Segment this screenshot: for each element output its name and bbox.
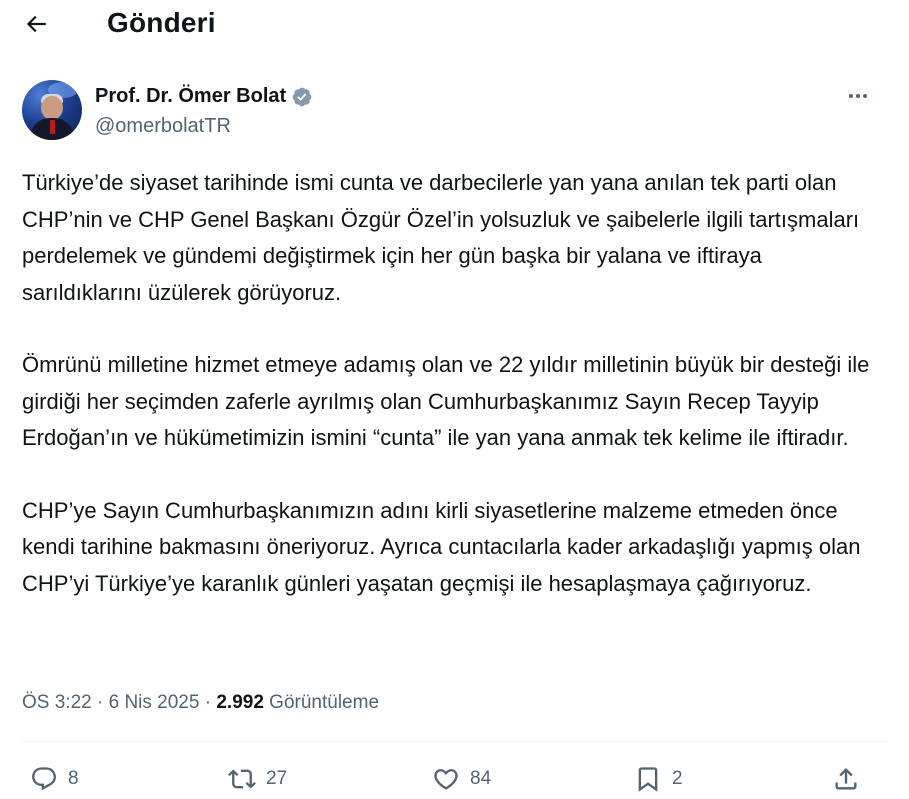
like-count: 84 bbox=[470, 768, 492, 789]
arrow-left-icon bbox=[26, 15, 46, 33]
meta-separator: · bbox=[97, 692, 104, 713]
dot-icon bbox=[856, 94, 860, 98]
verified-badge-icon bbox=[292, 87, 312, 106]
author-handle[interactable]: @omerbolatTR bbox=[95, 115, 231, 138]
page-title: Gönderi bbox=[107, 7, 216, 38]
tweet-meta: ÖS 3:22 · 6 Nis 2025 · 2.992 Görüntüleme bbox=[22, 692, 379, 714]
share-icon bbox=[835, 768, 857, 790]
author-display-name[interactable]: Prof. Dr. Ömer Bolat bbox=[95, 85, 286, 108]
tweet-time[interactable]: ÖS 3:22 bbox=[22, 692, 92, 713]
divider bbox=[22, 741, 888, 742]
heart-icon bbox=[434, 769, 458, 790]
avatar[interactable] bbox=[22, 80, 82, 140]
like-button[interactable]: 84 bbox=[432, 762, 491, 796]
tweet-text: Türkiye’de siyaset tarihinde ismi cunta … bbox=[22, 165, 882, 638]
bookmark-count: 2 bbox=[672, 768, 683, 789]
reply-button[interactable]: 8 bbox=[30, 762, 79, 796]
tweet-paragraph: Türkiye’de siyaset tarihinde ismi cunta … bbox=[22, 170, 860, 305]
views-label: Görüntüleme bbox=[269, 692, 380, 713]
tweet-date[interactable]: 6 Nis 2025 bbox=[109, 692, 200, 713]
retweet-button[interactable]: 27 bbox=[228, 762, 287, 796]
reply-count: 8 bbox=[68, 768, 79, 789]
bookmark-icon bbox=[638, 767, 658, 792]
more-options-button[interactable] bbox=[842, 84, 874, 108]
header: Gönderi bbox=[0, 0, 909, 50]
tweet-paragraph: Ömrünü milletine hizmet etmeye adamış ol… bbox=[22, 352, 870, 450]
dot-icon bbox=[863, 94, 867, 98]
tweet-paragraph: CHP’ye Sayın Cumhurbaşkanımızın adını ki… bbox=[22, 497, 861, 596]
meta-separator: · bbox=[204, 692, 212, 713]
dot-icon bbox=[849, 94, 853, 98]
share-button[interactable] bbox=[832, 762, 860, 796]
retweet-icon bbox=[228, 769, 256, 789]
bookmark-button[interactable]: 2 bbox=[634, 762, 683, 796]
reply-icon bbox=[32, 767, 56, 791]
author-name-row[interactable]: Prof. Dr. Ömer Bolat bbox=[95, 85, 313, 108]
views-count: 2.992 bbox=[216, 692, 264, 713]
back-button[interactable] bbox=[16, 6, 56, 42]
retweet-count: 27 bbox=[266, 768, 288, 789]
